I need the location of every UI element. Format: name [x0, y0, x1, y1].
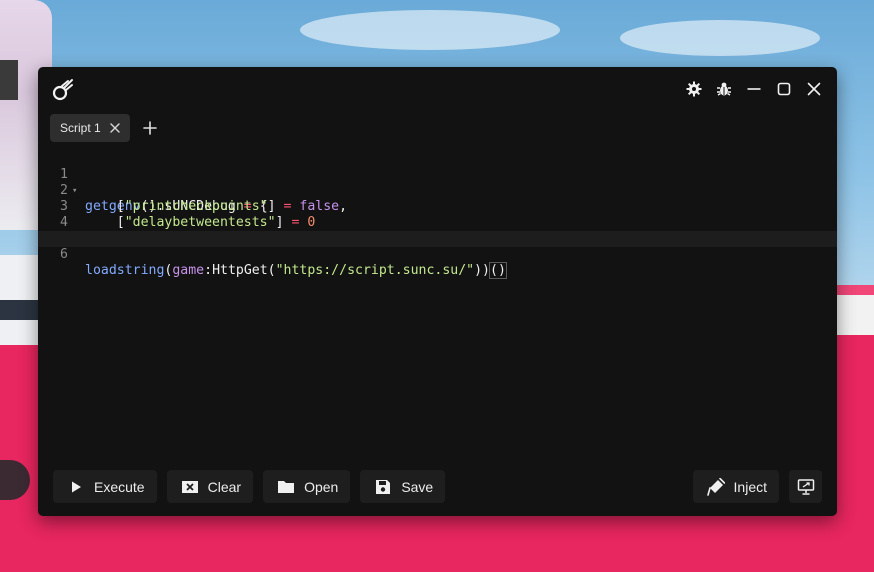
code-line-active: 6 loadstring(game:HttpGet("https://scrip…: [38, 231, 837, 279]
execute-label: Execute: [94, 478, 145, 495]
background-cloud: [300, 10, 560, 50]
play-icon: [67, 478, 85, 496]
right-toolbar: Inject: [692, 470, 822, 503]
tab-script-1[interactable]: Script 1: [50, 114, 130, 142]
token: (): [489, 262, 507, 279]
executor-window: Script 1 1 ▾ getgenv().sUNCDebug = { 2 […: [38, 67, 837, 516]
clear-label: Clear: [207, 478, 242, 495]
tab-bar: Script 1: [50, 114, 158, 142]
background-wall-shadow: [0, 300, 40, 320]
floppy-icon: [374, 478, 392, 496]
inject-button[interactable]: Inject: [692, 470, 779, 503]
code-line: 4 }: [38, 199, 837, 246]
line-number: 6: [60, 247, 68, 262]
code-line: 2 ["printcheckpoints"] = false,: [38, 167, 837, 214]
code-editor[interactable]: 1 ▾ getgenv().sUNCDebug = { 2 ["printche…: [38, 151, 837, 461]
token: (: [267, 263, 276, 278]
code-line: 1 ▾ getgenv().sUNCDebug = {: [38, 151, 837, 214]
tab-label: Script 1: [60, 121, 101, 135]
gear-icon[interactable]: [685, 80, 703, 98]
background-avatar-detail: [0, 60, 18, 100]
close-icon[interactable]: [805, 80, 823, 98]
background-wall-right: [836, 295, 874, 335]
token: loadstring: [85, 263, 165, 278]
code-text: loadstring(game:HttpGet("https://script.…: [85, 262, 507, 279]
token: "https://script.sunc.su/": [275, 263, 475, 278]
folder-icon: [277, 478, 295, 496]
bug-icon[interactable]: [715, 80, 733, 98]
code-line: 3 ["delaybetweentests"] = 0: [38, 183, 837, 230]
execute-button[interactable]: Execute: [53, 470, 157, 503]
plus-icon[interactable]: [142, 120, 158, 136]
syringe-icon: [706, 477, 725, 496]
token: :: [204, 263, 213, 278]
save-label: Save: [401, 478, 434, 495]
maximize-icon[interactable]: [775, 80, 793, 98]
monitor-icon: [797, 478, 815, 496]
open-label: Open: [304, 478, 339, 495]
save-button[interactable]: Save: [360, 470, 446, 503]
token: )): [474, 263, 490, 278]
clear-button[interactable]: Clear: [166, 470, 254, 503]
window-controls: [685, 80, 823, 98]
background-cloud: [620, 20, 820, 56]
comet-icon: [51, 78, 75, 102]
backspace-icon: [181, 478, 199, 496]
code-line: 5: [38, 215, 837, 246]
inject-label: Inject: [733, 478, 767, 495]
close-icon[interactable]: [109, 122, 121, 134]
token: game: [172, 263, 205, 278]
token: HttpGet: [212, 263, 268, 278]
action-toolbar: Execute Clear Open Save: [53, 470, 446, 503]
minimize-icon[interactable]: [745, 80, 763, 98]
monitor-button[interactable]: [789, 470, 822, 503]
open-button[interactable]: Open: [263, 470, 351, 503]
